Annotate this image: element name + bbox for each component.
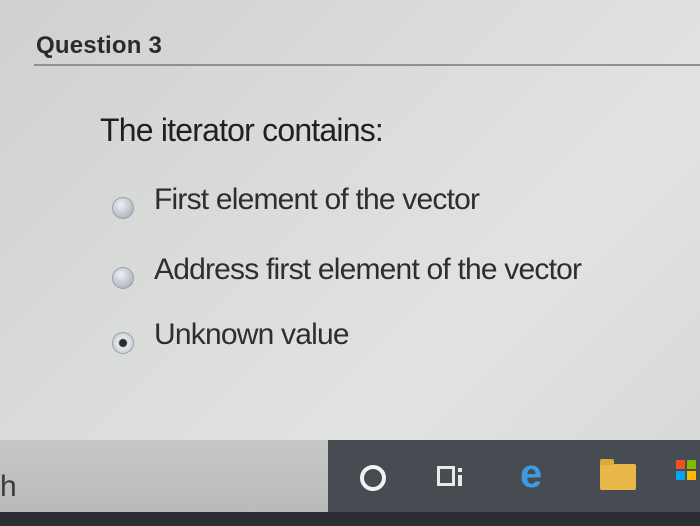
radio-button-2[interactable]	[112, 267, 134, 289]
cortana-icon[interactable]	[360, 465, 386, 491]
question-header: Question 3	[34, 30, 700, 66]
answer-option-label[interactable]: Unknown value	[154, 318, 350, 352]
answer-option-3[interactable]: Unknown value	[112, 318, 672, 360]
task-view-icon[interactable]	[437, 466, 463, 492]
quiz-page: Question 3 The iterator contains: First …	[0, 0, 700, 440]
edge-icon[interactable]: e	[520, 452, 542, 496]
radio-button-1[interactable]	[112, 197, 134, 219]
answer-option-label[interactable]: Address first element of the vector	[154, 253, 582, 287]
radio-button-3-selected[interactable]	[112, 332, 134, 354]
question-prompt: The iterator contains:	[100, 112, 384, 148]
answer-option-1[interactable]: First element of the vector	[112, 183, 672, 225]
question-title: Question 3	[36, 32, 163, 59]
answer-option-label[interactable]: First element of the vector	[154, 183, 480, 217]
cut-off-text: h	[0, 470, 17, 503]
laptop-bezel-bottom	[0, 512, 700, 526]
answer-option-2[interactable]: Address first element of the vector	[112, 253, 672, 295]
file-explorer-icon[interactable]	[600, 459, 636, 490]
store-icon[interactable]	[676, 460, 700, 490]
